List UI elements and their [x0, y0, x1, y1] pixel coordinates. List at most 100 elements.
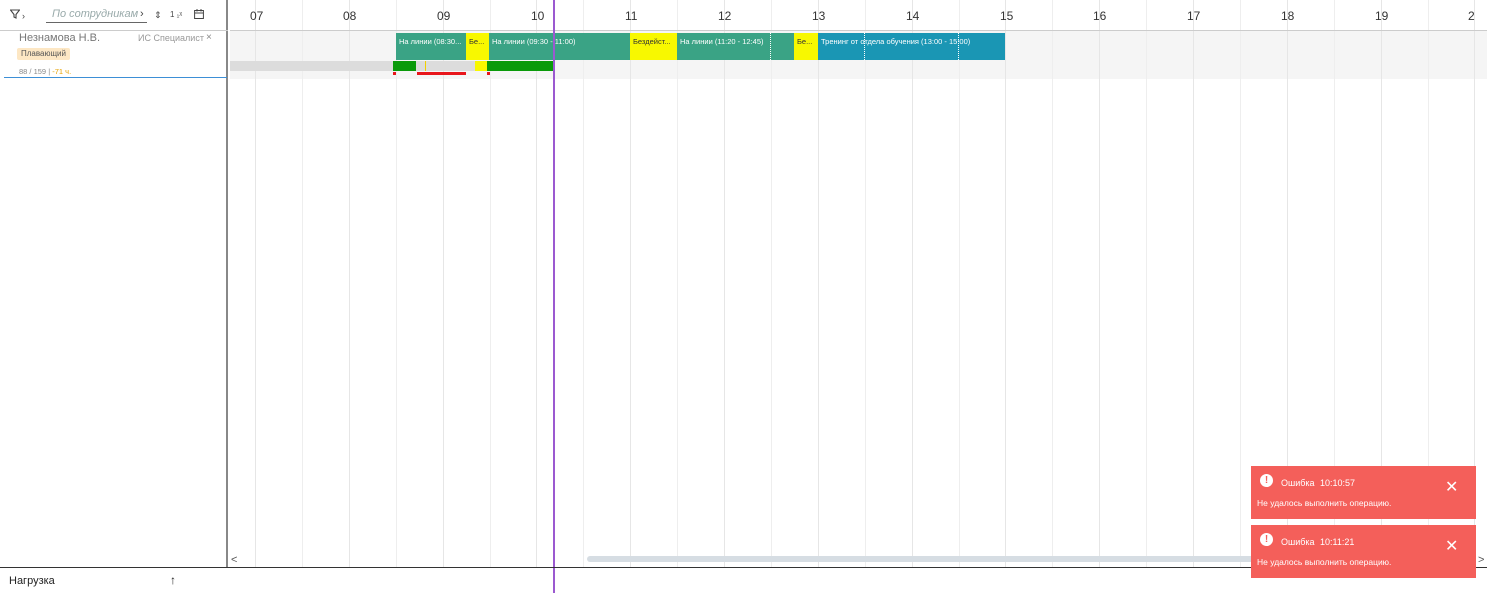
shift-segment-online[interactable]: На линии (08:30... — [396, 33, 466, 60]
segment-label: Бе... — [797, 37, 813, 46]
segment-label: На линии (09:30 - 11:00) — [492, 37, 576, 46]
half-hour-gridline — [959, 0, 960, 568]
filter-icon[interactable] — [9, 9, 21, 22]
horizontal-scrollbar[interactable] — [587, 556, 1287, 562]
segment-label: Бе... — [469, 37, 485, 46]
alert-icon: ! — [1260, 474, 1273, 487]
half-hour-gridline — [677, 0, 678, 568]
segment-label: Бездейст... — [633, 37, 671, 46]
segment-divider — [864, 33, 865, 60]
hours-deficit: -71 ч. — [52, 67, 72, 76]
segment-label: На линии (08:30... — [399, 37, 462, 46]
hour-gridline — [349, 0, 350, 568]
error-toast: ! Ошибка 10:10:57 Не удалось выполнить о… — [1251, 466, 1476, 519]
half-hour-gridline — [302, 0, 303, 568]
half-hour-gridline — [771, 0, 772, 568]
violation-bar — [417, 72, 466, 75]
hour-gridline — [630, 0, 631, 568]
shift-segment-training[interactable]: Тренинг от отдела обучения (13:00 - 15:0… — [818, 33, 1005, 60]
segment-divider — [958, 33, 959, 60]
half-hour-gridline — [396, 0, 397, 568]
hour-label: 11 — [625, 9, 638, 23]
hour-gridline — [1099, 0, 1100, 568]
search-input[interactable]: По сотрудникам — [46, 8, 147, 23]
employee-role: ИС Специалист — [138, 33, 204, 43]
hour-gridline — [536, 0, 537, 568]
search-placeholder: По сотрудникам — [52, 8, 139, 20]
sort-icon[interactable]: ⇕ — [154, 9, 162, 21]
hour-label: 12 — [718, 9, 732, 23]
timeline-header: 07 08 09 10 11 12 13 14 15 16 17 18 19 2 — [230, 0, 1487, 31]
close-icon[interactable]: ✕ — [1445, 539, 1458, 555]
hour-gridline — [724, 0, 725, 568]
hour-gridline — [1005, 0, 1006, 568]
half-hour-gridline — [583, 0, 584, 568]
clear-sort-icon[interactable]: 1 ₁ᵡ — [170, 9, 182, 21]
hour-gridline — [255, 0, 256, 568]
toast-time: 10:10:57 — [1320, 478, 1356, 488]
hour-label: 09 — [437, 9, 451, 23]
half-hour-gridline — [490, 0, 491, 568]
hours-value: 88 / 159 | — [19, 67, 53, 76]
scroll-left-button[interactable]: < — [231, 554, 237, 566]
hour-label: 2 — [1468, 9, 1475, 23]
chevron-right-icon[interactable]: › — [140, 8, 144, 20]
hour-label: 07 — [250, 9, 264, 23]
half-hour-gridline — [1052, 0, 1053, 568]
segment-divider — [770, 33, 771, 60]
shift-segment-idle[interactable]: Бездейст... — [630, 33, 677, 60]
half-hour-gridline — [1146, 0, 1147, 568]
employee-toolbar: › По сотрудникам › ⇕ 1 ₁ᵡ — [0, 0, 228, 31]
calendar-icon[interactable] — [194, 9, 204, 22]
employee-row[interactable]: Незнамова Н.В. ИС Специалист × Плавающий… — [4, 31, 227, 78]
hour-gridline — [818, 0, 819, 568]
employee-hours: 88 / 159 | -71 ч. — [19, 67, 71, 76]
activity-bar-gap — [416, 61, 425, 71]
activity-bar-online — [393, 61, 416, 71]
chevron-right-icon[interactable]: › — [22, 10, 25, 22]
hour-label: 14 — [906, 9, 920, 23]
error-toast: ! Ошибка 10:11:21 Не удалось выполнить о… — [1251, 525, 1476, 578]
toast-title: Ошибка — [1281, 537, 1315, 547]
segment-label: Тренинг от отдела обучения (13:00 - 15:0… — [821, 37, 971, 46]
half-hour-gridline — [1240, 0, 1241, 568]
scroll-right-button[interactable]: > — [1478, 554, 1484, 566]
close-icon[interactable]: ✕ — [1445, 480, 1458, 496]
activity-bar-empty — [230, 61, 393, 71]
hour-label: 13 — [812, 9, 826, 23]
hour-label: 18 — [1281, 9, 1295, 23]
hour-gridline — [443, 0, 444, 568]
shift-segment-online[interactable]: На линии (11:20 - 12:45) — [677, 33, 794, 60]
employee-name: Незнамова Н.В. — [19, 32, 101, 44]
hour-gridline — [912, 0, 913, 568]
schedule-view: 07 08 09 10 11 12 13 14 15 16 17 18 19 2… — [0, 0, 1487, 598]
violation-mark — [487, 72, 490, 75]
shift-segment-idle[interactable]: Бе... — [794, 33, 818, 60]
activity-bar-online — [487, 61, 553, 71]
employee-panel: › По сотрудникам › ⇕ 1 ₁ᵡ Незнамова Н.В.… — [0, 0, 228, 568]
toast-message: Не удалось выполнить операцию. — [1257, 498, 1392, 508]
hour-label: 10 — [531, 9, 545, 23]
sort-arrow-icon[interactable]: ↑ — [170, 573, 176, 587]
toast-message: Не удалось выполнить операцию. — [1257, 557, 1392, 567]
alert-icon: ! — [1260, 533, 1273, 546]
hour-label: 17 — [1187, 9, 1201, 23]
remove-employee-button[interactable]: × — [206, 32, 212, 43]
violation-mark — [393, 72, 396, 75]
hour-label: 15 — [1000, 9, 1014, 23]
hour-gridline — [1193, 0, 1194, 568]
activity-bar-idle — [475, 61, 487, 71]
half-hour-gridline — [865, 0, 866, 568]
current-time-line — [553, 0, 555, 593]
activity-bar-gap — [426, 61, 475, 71]
shift-segment-online[interactable]: На линии (09:30 - 11:00) — [489, 33, 630, 60]
shift-segment-idle[interactable]: Бе... — [466, 33, 489, 60]
hour-label: 16 — [1093, 9, 1107, 23]
toast-time: 10:11:21 — [1320, 537, 1355, 547]
hour-label: 08 — [343, 9, 357, 23]
segment-label: На линии (11:20 - 12:45) — [680, 37, 764, 46]
hour-label: 19 — [1375, 9, 1389, 23]
toast-title: Ошибка — [1281, 478, 1315, 488]
status-badge: Плавающий — [17, 48, 70, 60]
load-label: Нагрузка — [9, 575, 55, 587]
